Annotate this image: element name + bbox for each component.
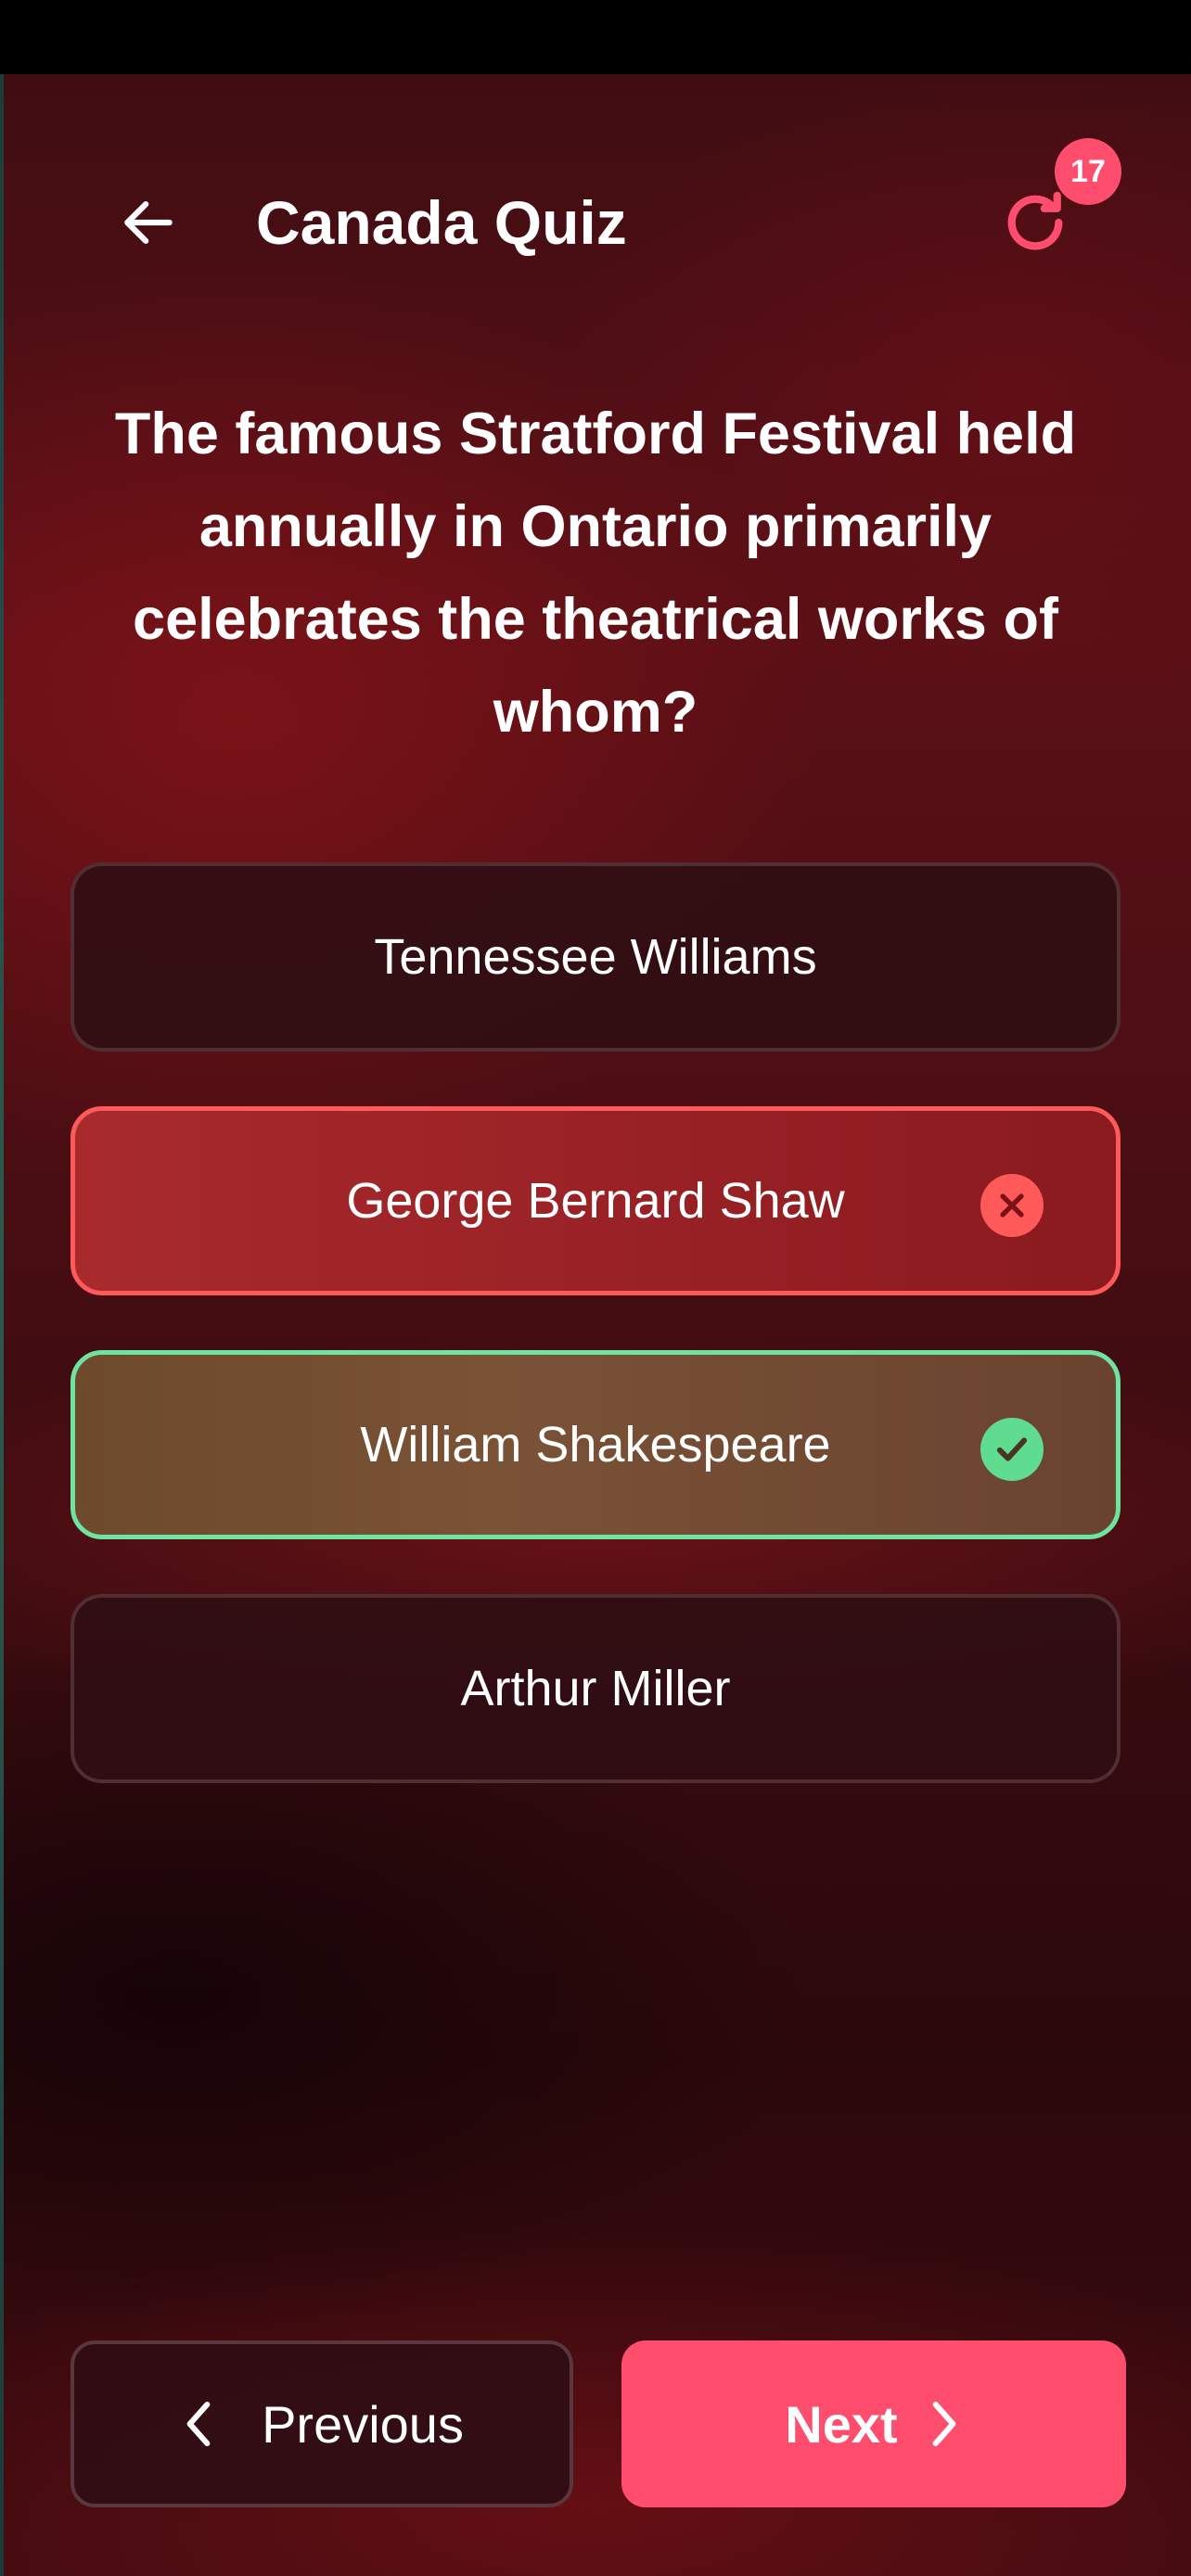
next-button[interactable]: Next <box>621 2340 1126 2507</box>
status-bar <box>0 0 1191 74</box>
close-circle-icon <box>980 1174 1044 1237</box>
page-title: Canada Quiz <box>256 188 627 257</box>
answer-option-2[interactable]: George Bernard Shaw <box>70 1106 1121 1295</box>
answer-option-label: Arthur Miller <box>460 1661 731 1716</box>
arrow-left-icon <box>124 201 173 244</box>
back-button[interactable] <box>109 184 187 261</box>
restart-icon <box>1007 191 1063 250</box>
answer-option-label: William Shakespeare <box>360 1417 831 1473</box>
chevron-right-icon <box>926 2398 963 2450</box>
restart-count-badge: 17 <box>1055 138 1121 205</box>
answer-option-label: Tennessee Williams <box>374 929 817 985</box>
next-label: Next <box>785 2394 898 2454</box>
check-circle-icon <box>980 1418 1044 1481</box>
answer-option-1[interactable]: Tennessee Williams <box>70 862 1121 1052</box>
previous-button[interactable]: Previous <box>70 2340 573 2507</box>
previous-label: Previous <box>262 2394 464 2454</box>
question-text: The famous Stratford Festival held annua… <box>114 402 1077 745</box>
quiz-screen: Canada Quiz 17 The famous Stratford Fest… <box>0 0 1191 2576</box>
answer-option-3[interactable]: William Shakespeare <box>70 1350 1121 1539</box>
answer-option-label: George Bernard Shaw <box>346 1173 845 1229</box>
chevron-left-icon <box>180 2398 217 2450</box>
answer-option-4[interactable]: Arthur Miller <box>70 1594 1121 1783</box>
window-edge <box>0 0 4 2576</box>
